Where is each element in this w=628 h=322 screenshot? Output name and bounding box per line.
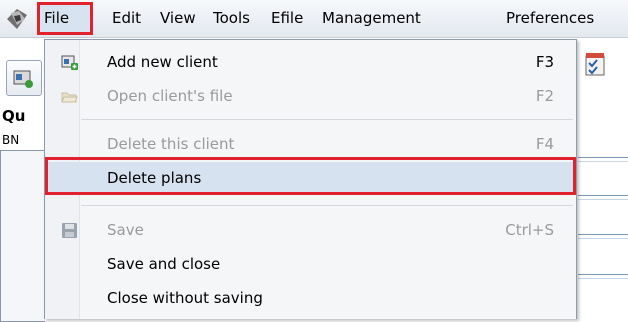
delete-plans-annotation xyxy=(45,157,576,195)
menu-separator xyxy=(81,119,573,120)
menu-item-label: Delete this client xyxy=(107,135,235,153)
menu-item-open-clients-file[interactable]: Open client's file F2 xyxy=(45,80,576,112)
field-border xyxy=(578,157,628,158)
client-list-panel xyxy=(0,150,45,322)
menu-management[interactable]: Management xyxy=(322,0,421,37)
field-border xyxy=(578,234,628,235)
save-icon xyxy=(62,223,77,238)
field-border xyxy=(578,278,628,279)
field-border xyxy=(578,199,628,200)
menu-tools[interactable]: Tools xyxy=(213,0,250,37)
add-client-icon xyxy=(61,55,78,70)
menu-efile[interactable]: Efile xyxy=(271,0,303,37)
field-border xyxy=(578,161,628,162)
menu-preferences[interactable]: Preferences xyxy=(506,0,594,37)
menu-item-label: Save xyxy=(107,221,144,239)
menu-item-label: Save and close xyxy=(107,255,221,273)
menu-item-save[interactable]: Save Ctrl+S xyxy=(45,214,576,246)
field-border xyxy=(578,274,628,275)
checklist-icon[interactable] xyxy=(583,51,609,77)
app-logo-icon[interactable] xyxy=(5,7,29,31)
client-name-label: Qu xyxy=(2,107,26,125)
menu-item-delete-this-client[interactable]: Delete this client F4 xyxy=(45,128,576,160)
menu-item-shortcut: Ctrl+S xyxy=(505,221,554,239)
menu-view[interactable]: View xyxy=(160,0,196,37)
menu-item-save-and-close[interactable]: Save and close xyxy=(45,248,576,280)
field-border xyxy=(578,195,628,196)
menu-item-add-new-client[interactable]: Add new client F3 xyxy=(45,46,576,78)
open-folder-icon xyxy=(61,92,78,103)
menubar: File Edit View Tools Efile Management Pr… xyxy=(0,0,628,38)
menu-edit[interactable]: Edit xyxy=(112,0,141,37)
menu-item-close-without-saving[interactable]: Close without saving xyxy=(45,282,576,314)
menu-item-label: Open client's file xyxy=(107,87,233,105)
menu-item-shortcut: F3 xyxy=(535,53,554,71)
menu-item-shortcut: F4 xyxy=(535,135,554,153)
client-tab-button[interactable] xyxy=(6,60,42,96)
menu-separator xyxy=(81,205,573,206)
field-border xyxy=(578,238,628,239)
menu-item-label: Add new client xyxy=(107,53,218,71)
client-bn-label: BN xyxy=(2,133,20,147)
client-card-icon xyxy=(13,70,33,88)
menu-item-shortcut: F2 xyxy=(535,87,554,105)
menu-file[interactable]: File xyxy=(44,0,69,37)
menu-item-label: Close without saving xyxy=(107,289,263,307)
